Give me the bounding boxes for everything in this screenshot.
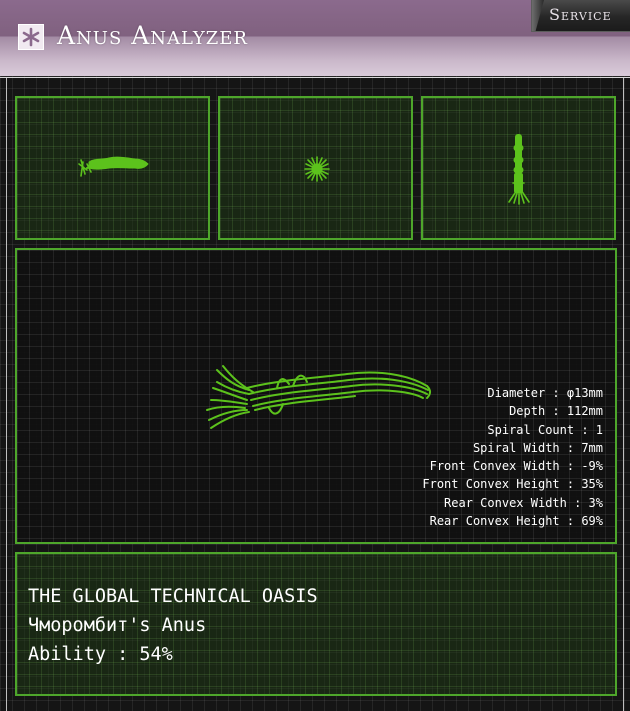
app-header: Anus Analyzer Service [0,0,630,76]
stat-depth: Depth : 112mm [509,404,603,419]
service-button-label: Service [549,5,612,24]
frame-right-line [623,78,624,711]
info-panel: THE GLOBAL TECHNICAL OASIS Чморомбит's An… [15,552,617,696]
main-view-panel[interactable]: Diameter : φ13mm Depth : 112mm Spiral Co… [15,248,617,544]
top-view-panel[interactable] [421,96,616,240]
app-title: Anus Analyzer [57,21,248,50]
front-view-panel[interactable] [218,96,413,240]
front-view-shape-icon [304,156,330,182]
stat-diameter: Diameter : φ13mm [487,386,603,400]
side-view-shape-icon [78,156,149,177]
info-ability: Ability : 54% [28,644,173,665]
stat-rear-convex-height: Rear Convex Height : 69% [429,514,603,529]
stats-readout: Diameter : φ13mm Depth : 112mm Spiral Co… [343,384,603,530]
front-view-core [311,163,323,175]
top-view-shape-icon [508,134,530,205]
info-subject-name: Чморомбит's Anus [28,615,207,636]
service-button-notch [532,0,544,31]
asterisk-logo-icon [18,24,44,50]
side-view-panel[interactable] [15,96,210,240]
stat-spiral-count: Spiral Count : 1 [487,422,603,437]
service-button[interactable]: Service [531,0,630,32]
info-title: THE GLOBAL TECHNICAL OASIS [28,586,318,607]
stat-spiral-width: Spiral Width : 7mm [472,440,603,455]
frame-left-line [6,78,7,711]
stat-front-convex-width: Front Convex Width : -9% [429,459,603,474]
stat-front-convex-height: Front Convex Height : 35% [422,477,603,492]
stat-rear-convex-width: Rear Convex Width : 3% [444,495,603,510]
frame-top-line [0,77,630,78]
info-text-block: THE GLOBAL TECHNICAL OASIS Чморомбит's An… [28,582,318,669]
